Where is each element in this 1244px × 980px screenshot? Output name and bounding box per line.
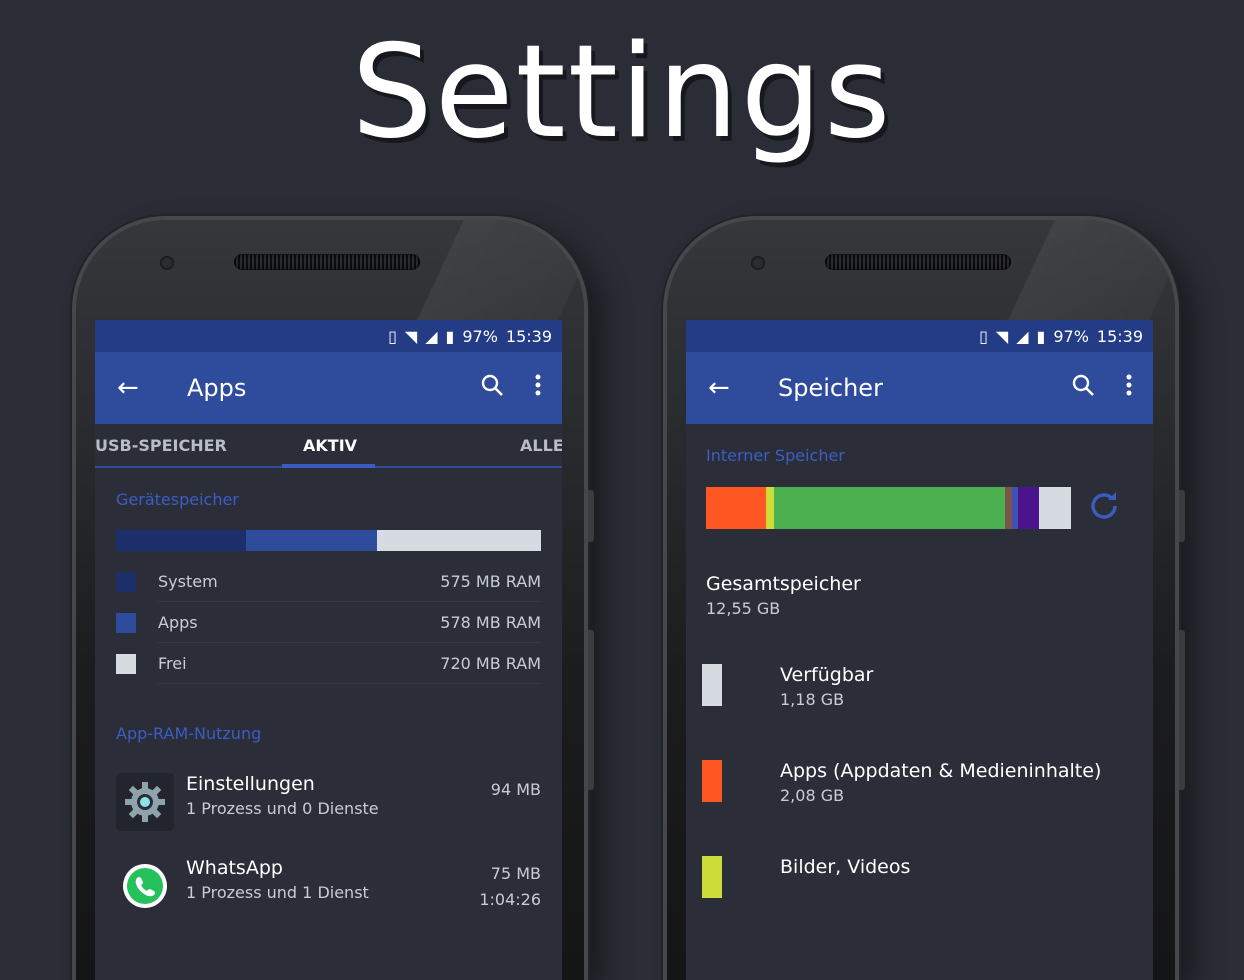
section-geraetespeicher: Gerätespeicher (116, 490, 239, 509)
signal-icon: ◢ (1016, 326, 1029, 346)
wifi-icon: ◥ (995, 326, 1009, 346)
total-storage-label: Gesamtspeicher (706, 573, 861, 595)
app-process-info: 1 Prozess und 0 Dienste (186, 799, 379, 818)
section-app-ram-nutzung: App-RAM-Nutzung (116, 724, 262, 743)
bar-segment (706, 487, 767, 529)
vibrate-icon: ▯ (979, 326, 988, 346)
earpiece-speaker (825, 254, 1011, 270)
bar-segment (116, 530, 247, 551)
bar-segment (1038, 487, 1071, 529)
storage-category: Bilder, Videos (780, 856, 911, 878)
power-button (1179, 490, 1185, 542)
right-phone: ▯ ◥ ◢ ▮ 97% 15:39 ← Speicher Interner Sp… (667, 220, 1185, 980)
list-item[interactable]: WhatsApp 1 Prozess und 1 Dienst 75 MB 1:… (116, 857, 541, 941)
battery-icon: ▮ (1036, 326, 1046, 346)
status-bar: ▯ ◥ ◢ ▮ 97% 15:39 (95, 320, 562, 352)
clock: 15:39 (505, 326, 552, 346)
volume-button (1179, 630, 1185, 790)
camera (160, 256, 174, 270)
tab-bar: USB-SPEICHER AKTIV ALLE (95, 424, 562, 468)
legend-row-frei: Frei 720 MB RAM (116, 643, 541, 684)
wifi-icon: ◥ (404, 326, 418, 346)
legend-row-apps: Apps 578 MB RAM (116, 602, 541, 643)
bar-segment (376, 530, 541, 551)
legend-value: 578 MB RAM (440, 613, 541, 632)
app-name: Einstellungen (186, 773, 315, 795)
section-interner-speicher: Interner Speicher (706, 446, 845, 465)
bar-segment (774, 487, 1006, 529)
tab-indicator (282, 464, 375, 468)
page-title: Speicher (778, 374, 883, 402)
vibrate-icon: ▯ (388, 326, 397, 346)
storage-swatch (702, 664, 722, 706)
list-item[interactable]: Bilder, Videos (702, 856, 1133, 952)
storage-screen: ▯ ◥ ◢ ▮ 97% 15:39 ← Speicher Interner Sp… (686, 320, 1153, 980)
headline: Settings (351, 18, 893, 167)
refresh-icon[interactable] (1087, 489, 1121, 527)
app-ram-size: 75 MB (490, 864, 541, 883)
app-name: WhatsApp (186, 857, 283, 879)
status-bar: ▯ ◥ ◢ ▮ 97% 15:39 (686, 320, 1153, 352)
battery-icon: ▮ (445, 326, 455, 346)
bar-segment (766, 487, 775, 529)
list-item[interactable]: Einstellungen 1 Prozess und 0 Dienste 94… (116, 773, 541, 857)
earpiece-speaker (234, 254, 420, 270)
legend-swatch (116, 571, 136, 592)
storage-swatch (702, 760, 722, 802)
total-storage-value: 12,55 GB (706, 599, 781, 618)
page-title: Apps (187, 374, 247, 402)
storage-category: Verfügbar (780, 664, 874, 686)
legend-row-system: System 575 MB RAM (116, 561, 541, 602)
tab-aktiv[interactable]: AKTIV (303, 436, 357, 455)
storage-category: Apps (Appdaten & Medieninhalte) (780, 760, 1102, 782)
app-bar: ← Speicher (686, 352, 1153, 424)
tab-usb-speicher[interactable]: USB-SPEICHER (95, 436, 227, 455)
overflow-menu-icon[interactable] (522, 373, 554, 403)
camera (751, 256, 765, 270)
apps-screen: ▯ ◥ ◢ ▮ 97% 15:39 ← Apps USB-SPEICHER AK… (95, 320, 562, 980)
battery-percent: 97% (1053, 326, 1089, 346)
search-icon[interactable] (1067, 373, 1099, 403)
left-phone: ▯ ◥ ◢ ▮ 97% 15:39 ← Apps USB-SPEICHER AK… (76, 220, 594, 980)
app-runtime: 1:04:26 (479, 890, 541, 909)
overflow-menu-icon[interactable] (1113, 373, 1145, 403)
legend-swatch (116, 653, 136, 674)
clock: 15:39 (1096, 326, 1143, 346)
list-item[interactable]: Apps (Appdaten & Medieninhalte) 2,08 GB (702, 760, 1133, 856)
total-storage: Gesamtspeicher 12,55 GB (706, 573, 1133, 618)
search-icon[interactable] (476, 373, 508, 403)
app-ram-size: 94 MB (490, 780, 541, 799)
bar-segment (246, 530, 377, 551)
app-process-info: 1 Prozess und 1 Dienst (186, 883, 369, 902)
bar-segment (1018, 487, 1039, 529)
legend-value: 720 MB RAM (440, 654, 541, 673)
storage-swatch (702, 856, 722, 898)
list-item[interactable]: Verfügbar 1,18 GB (702, 664, 1133, 760)
tab-alle[interactable]: ALLE (520, 436, 562, 455)
ram-usage-bar (116, 530, 541, 551)
signal-icon: ◢ (425, 326, 438, 346)
power-button (588, 490, 594, 542)
storage-size: 1,18 GB (780, 690, 845, 709)
legend-swatch (116, 612, 136, 633)
back-arrow-icon[interactable]: ← (117, 375, 141, 401)
ram-legend: System 575 MB RAM Apps 578 MB RAM Frei 7… (116, 561, 541, 684)
legend-label: Apps (158, 613, 198, 632)
storage-size: 2,08 GB (780, 786, 845, 805)
legend-label: Frei (158, 654, 187, 673)
volume-button (588, 630, 594, 790)
back-arrow-icon[interactable]: ← (708, 375, 732, 401)
whatsapp-icon (116, 857, 174, 915)
settings-gear-icon (116, 773, 174, 831)
battery-percent: 97% (462, 326, 498, 346)
storage-usage-bar (706, 487, 1071, 529)
app-bar: ← Apps (95, 352, 562, 424)
legend-value: 575 MB RAM (440, 572, 541, 591)
legend-label: System (158, 572, 218, 591)
